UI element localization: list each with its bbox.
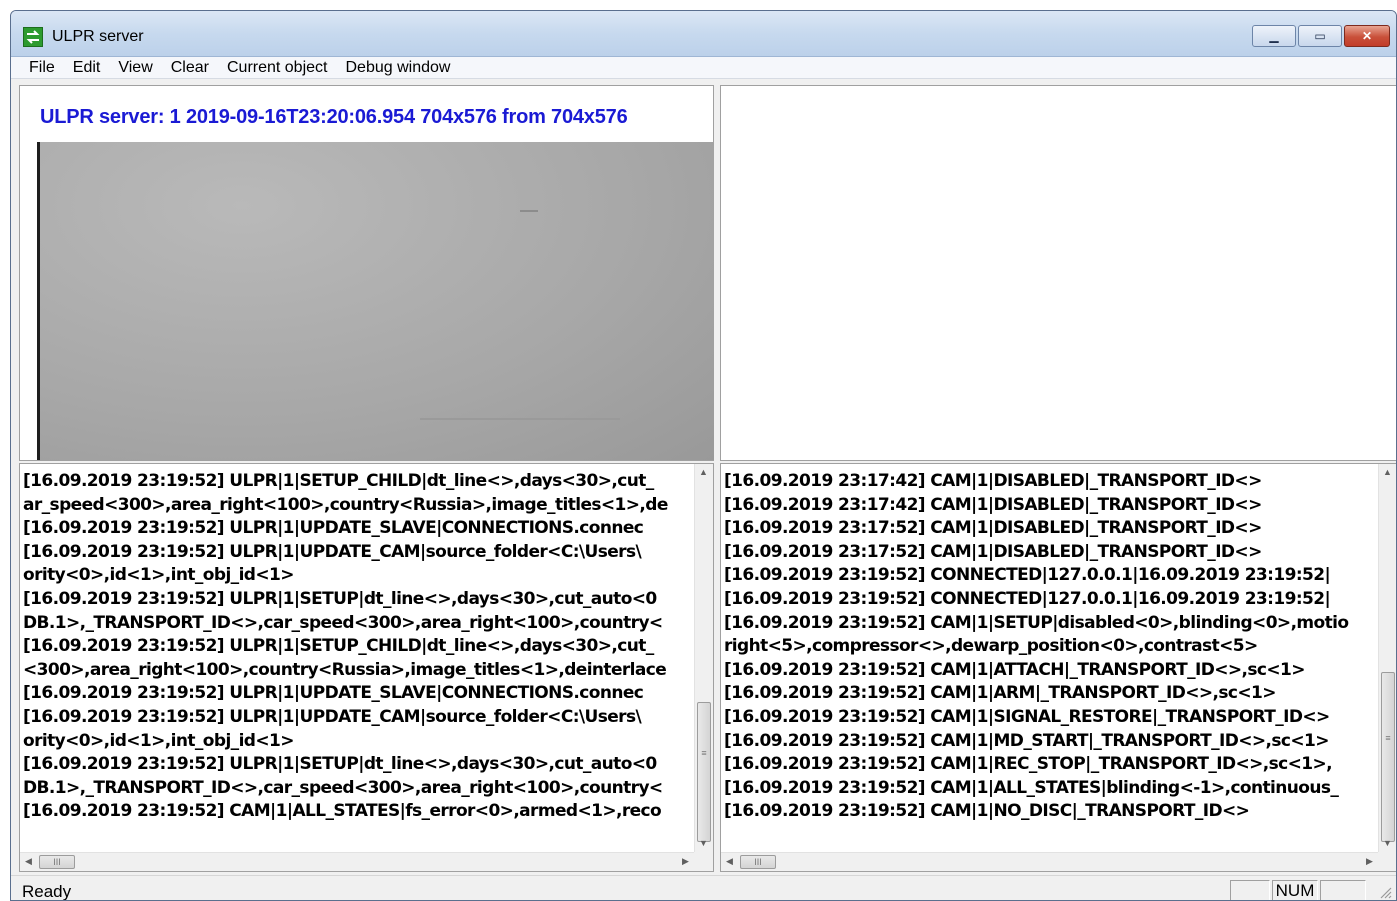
log-line: [16.09.2019 23:19:52] ULPR|1|UPDATE_SLAV… bbox=[23, 518, 644, 539]
video-pane: ULPR server: 1 2019-09-16T23:20:06.954 7… bbox=[19, 85, 714, 461]
scroll-up-arrow-icon[interactable]: ▲ bbox=[1379, 464, 1396, 481]
log-line: [16.09.2019 23:19:52] ULPR|1|UPDATE_CAM|… bbox=[23, 706, 642, 727]
menu-edit[interactable]: Edit bbox=[64, 57, 110, 79]
secondary-view-pane bbox=[720, 85, 1396, 461]
camera-frame bbox=[37, 142, 714, 460]
app-window: ULPR server ▁ ▭ ✕ File Edit View Clear C… bbox=[10, 10, 1397, 901]
close-icon: ✕ bbox=[1361, 29, 1373, 43]
log-line: [16.09.2019 23:19:52] ULPR|1|UPDATE_CAM|… bbox=[23, 541, 642, 562]
menu-view[interactable]: View bbox=[109, 57, 161, 79]
log-panel-right[interactable]: [16.09.2019 23:17:42] CAM|1|DISABLED|_TR… bbox=[720, 463, 1396, 872]
menu-bar: File Edit View Clear Current object Debu… bbox=[11, 57, 1396, 79]
log-line: [16.09.2019 23:17:52] CAM|1|DISABLED|_TR… bbox=[724, 541, 1262, 562]
log-line: [16.09.2019 23:19:52] CAM|1|ALL_STATES|b… bbox=[724, 777, 1339, 798]
status-indicator-empty bbox=[1230, 880, 1270, 900]
log-line: ar_speed<300>,area_right<100>,country<Ru… bbox=[23, 494, 668, 515]
minimize-icon: ▁ bbox=[1269, 29, 1279, 43]
scroll-thumb[interactable]: ≡ bbox=[697, 702, 711, 842]
scroll-right-arrow-icon[interactable]: ▶ bbox=[677, 853, 694, 870]
scrollbar-corner bbox=[694, 852, 713, 871]
log-line: [16.09.2019 23:19:52] CAM|1|REC_STOP|_TR… bbox=[724, 754, 1333, 775]
log-line: ority<0>,id<1>,int_obj_id<1> bbox=[23, 730, 294, 751]
log-line: DB.1>,_TRANSPORT_ID<>,car_speed<300>,are… bbox=[23, 777, 663, 798]
log-line: [16.09.2019 23:17:52] CAM|1|DISABLED|_TR… bbox=[724, 518, 1262, 539]
horizontal-scrollbar[interactable]: ◀ III ▶ bbox=[721, 852, 1378, 871]
video-header: ULPR server: 1 2019-09-16T23:20:06.954 7… bbox=[40, 106, 628, 128]
scrollbar-corner bbox=[1378, 852, 1396, 871]
close-button[interactable]: ✕ bbox=[1344, 25, 1390, 47]
log-line: ority<0>,id<1>,int_obj_id<1> bbox=[23, 565, 294, 586]
log-line: [16.09.2019 23:19:52] ULPR|1|SETUP|dt_li… bbox=[23, 754, 657, 775]
log-line: right<5>,compressor<>,dewarp_position<0>… bbox=[724, 636, 1258, 657]
horizontal-scrollbar[interactable]: ◀ III ▶ bbox=[20, 852, 694, 871]
menu-file[interactable]: File bbox=[11, 57, 64, 79]
minimize-button[interactable]: ▁ bbox=[1252, 25, 1296, 47]
log-line: [16.09.2019 23:19:52] CAM|1|MD_START|_TR… bbox=[724, 730, 1329, 751]
log-line: DB.1>,_TRANSPORT_ID<>,car_speed<300>,are… bbox=[23, 612, 663, 633]
window-title: ULPR server bbox=[52, 28, 144, 45]
log-panel-left[interactable]: [16.09.2019 23:19:52] ULPR|1|SETUP_CHILD… bbox=[19, 463, 714, 872]
log-line: [16.09.2019 23:19:52] ULPR|1|SETUP|dt_li… bbox=[23, 588, 657, 609]
scroll-thumb[interactable]: III bbox=[39, 855, 75, 869]
log-line: [16.09.2019 23:17:42] CAM|1|DISABLED|_TR… bbox=[724, 494, 1262, 515]
status-text: Ready bbox=[22, 882, 72, 901]
vertical-scrollbar[interactable]: ▲ ≡ ▼ bbox=[694, 464, 713, 852]
window-controls: ▁ ▭ ✕ bbox=[1250, 25, 1390, 47]
log-line: [16.09.2019 23:17:42] CAM|1|DISABLED|_TR… bbox=[724, 471, 1262, 491]
status-bar: Ready NUM bbox=[11, 875, 1396, 901]
log-line: [16.09.2019 23:19:52] CAM|1|ATTACH|_TRAN… bbox=[724, 659, 1306, 680]
vertical-scrollbar[interactable]: ▲ ≡ ▼ bbox=[1378, 464, 1396, 852]
ulpr-app-icon bbox=[23, 27, 43, 47]
menu-clear[interactable]: Clear bbox=[162, 57, 218, 79]
scroll-up-arrow-icon[interactable]: ▲ bbox=[695, 464, 712, 481]
log-line: [16.09.2019 23:19:52] CAM|1|ARM|_TRANSPO… bbox=[724, 683, 1277, 704]
log-line: [16.09.2019 23:19:52] CAM|1|SIGNAL_RESTO… bbox=[724, 706, 1330, 727]
scroll-right-arrow-icon[interactable]: ▶ bbox=[1361, 853, 1378, 870]
log-line: [16.09.2019 23:19:52] ULPR|1|UPDATE_SLAV… bbox=[23, 683, 644, 704]
log-line: [16.09.2019 23:19:52] ULPR|1|SETUP_CHILD… bbox=[23, 636, 654, 657]
menu-debug-window[interactable]: Debug window bbox=[336, 57, 459, 79]
frame-artifact bbox=[520, 210, 538, 212]
menu-current-object[interactable]: Current object bbox=[218, 57, 337, 79]
log-line: [16.09.2019 23:19:52] CAM|1|ALL_STATES|f… bbox=[23, 801, 662, 822]
frame-artifact bbox=[420, 418, 620, 420]
scroll-thumb[interactable]: ≡ bbox=[1381, 672, 1395, 842]
scroll-left-arrow-icon[interactable]: ◀ bbox=[20, 853, 37, 870]
log-line: [16.09.2019 23:19:52] CAM|1|NO_DISC|_TRA… bbox=[724, 801, 1250, 822]
scroll-thumb[interactable]: III bbox=[740, 855, 776, 869]
scroll-left-arrow-icon[interactable]: ◀ bbox=[721, 853, 738, 870]
maximize-button[interactable]: ▭ bbox=[1298, 25, 1342, 47]
log-line: <300>,area_right<100>,country<Russia>,im… bbox=[23, 659, 667, 680]
status-indicator-empty bbox=[1320, 880, 1366, 900]
log-line: [16.09.2019 23:19:52] ULPR|1|SETUP_CHILD… bbox=[23, 471, 654, 491]
log-line: [16.09.2019 23:19:52] CONNECTED|127.0.0.… bbox=[724, 588, 1331, 609]
maximize-icon: ▭ bbox=[1314, 29, 1326, 43]
log-lines-left: [16.09.2019 23:19:52] ULPR|1|SETUP_CHILD… bbox=[23, 470, 688, 824]
resize-grip-icon[interactable] bbox=[1378, 885, 1392, 899]
status-indicator-num: NUM bbox=[1272, 880, 1318, 900]
title-bar[interactable]: ULPR server ▁ ▭ ✕ bbox=[11, 11, 1396, 57]
log-line: [16.09.2019 23:19:52] CAM|1|SETUP|disabl… bbox=[724, 612, 1349, 633]
log-line: [16.09.2019 23:19:52] CONNECTED|127.0.0.… bbox=[724, 565, 1331, 586]
log-lines-right: [16.09.2019 23:17:42] CAM|1|DISABLED|_TR… bbox=[724, 470, 1372, 824]
scroll-down-arrow-icon[interactable]: ▼ bbox=[1379, 835, 1396, 852]
scroll-down-arrow-icon[interactable]: ▼ bbox=[695, 835, 712, 852]
